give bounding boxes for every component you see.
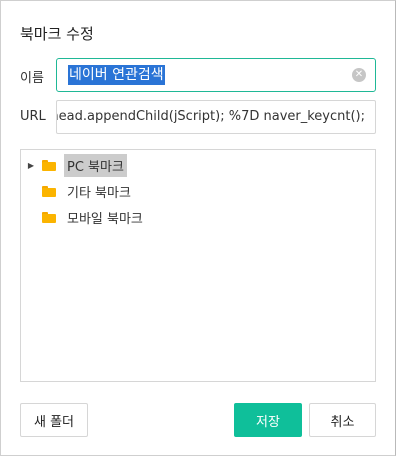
tree-item-label[interactable]: PC 북마크 xyxy=(64,153,127,177)
edit-bookmark-dialog: 북마크 수정 이름 네이버 연관검색 ✕ URL pt'; head.appen… xyxy=(0,0,396,456)
folder-tree[interactable]: ▶ PC 북마크 기타 북마크 모바일 북마크 xyxy=(20,149,376,382)
tree-item-pc-bookmarks[interactable]: ▶ PC 북마크 xyxy=(21,153,127,177)
name-input[interactable]: 네이버 연관검색 ✕ xyxy=(56,58,376,92)
url-input-value[interactable]: pt'; head.appendChild(jScript); %7D nave… xyxy=(57,109,365,124)
url-input[interactable]: pt'; head.appendChild(jScript); %7D nave… xyxy=(56,100,376,134)
folder-icon xyxy=(42,159,56,171)
name-input-value[interactable]: 네이버 연관검색 xyxy=(68,65,165,85)
tree-item-label[interactable]: 모바일 북마크 xyxy=(64,206,146,229)
clear-icon[interactable]: ✕ xyxy=(352,68,366,82)
tree-item-label[interactable]: 기타 북마크 xyxy=(64,180,134,203)
folder-icon xyxy=(42,185,56,197)
url-label: URL xyxy=(20,109,46,124)
dialog-title: 북마크 수정 xyxy=(20,25,94,43)
tree-item-other-bookmarks[interactable]: 기타 북마크 xyxy=(21,180,134,202)
new-folder-button[interactable]: 새 폴더 xyxy=(20,403,88,437)
name-label: 이름 xyxy=(20,71,44,86)
folder-icon xyxy=(42,211,56,223)
save-button[interactable]: 저장 xyxy=(234,403,302,437)
triangle-right-icon[interactable]: ▶ xyxy=(24,161,38,170)
cancel-button[interactable]: 취소 xyxy=(309,403,376,437)
tree-item-mobile-bookmarks[interactable]: 모바일 북마크 xyxy=(21,206,146,228)
